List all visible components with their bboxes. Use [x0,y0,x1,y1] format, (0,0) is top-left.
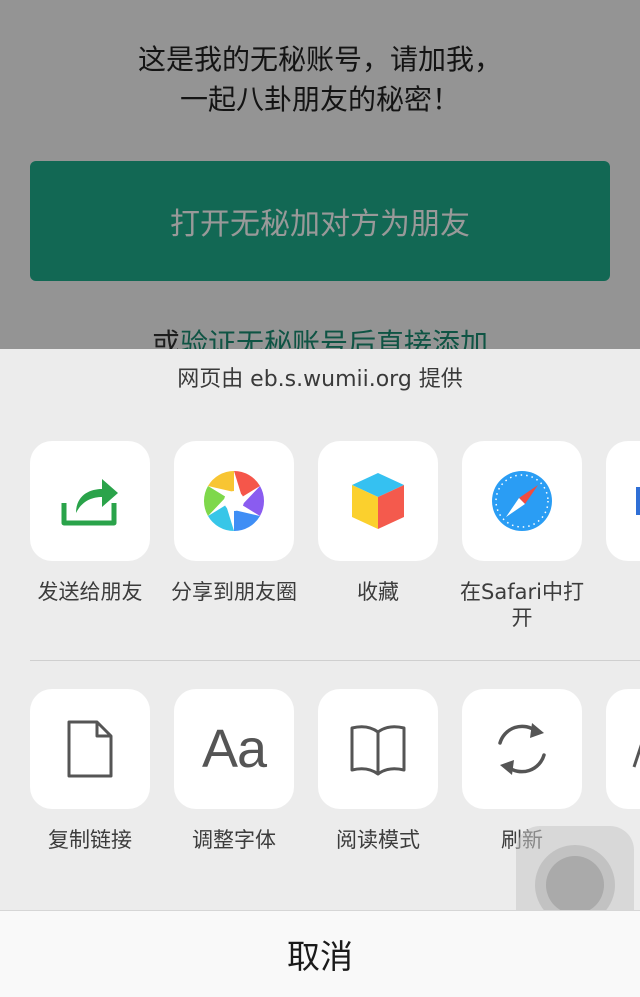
row-divider [30,660,640,661]
partial-gray-icon [632,744,640,768]
cancel-button[interactable]: 取消 [0,910,640,997]
open-in-safari-action[interactable]: 在Safari中打开 [460,441,584,631]
document-icon [67,720,113,778]
favorites-action[interactable]: 收藏 [318,441,438,605]
send-to-friend-action[interactable]: 发送给朋友 [30,441,150,605]
book-icon [350,725,406,776]
tile-label: 复制链接 [48,828,132,852]
tile-label: 发送给朋友 [37,580,143,604]
share-row: 发送给朋友 分享到朋友圈 收藏 在Safari中打开 [0,441,640,641]
moments-aperture-icon [203,471,265,531]
adjust-font-tile[interactable]: Aa [174,689,294,809]
refresh-tile[interactable] [462,689,582,809]
send-to-friend-tile[interactable] [30,441,150,561]
share-arrow-icon [61,479,118,526]
open-in-safari-tile[interactable] [462,441,582,561]
favorites-cube-icon [352,473,404,529]
share-to-moments-action[interactable]: 分享到朋友圈 [171,441,297,605]
font-icon: Aa [201,719,267,779]
share-sheet: 网页由 eb.s.wumii.org 提供 发送给朋友 分享到朋友圈 收藏 在S… [0,349,640,997]
adjust-font-action[interactable]: Aa 调整字体 [174,689,294,853]
partial-blue-icon [636,487,640,515]
assistive-ring-inner [546,856,604,914]
refresh-icon [498,723,546,775]
tile-label: 阅读模式 [336,828,420,852]
tile-label: 在Safari中打开 [460,580,584,630]
more-share-action[interactable] [606,441,640,561]
tile-label: 收藏 [357,580,399,604]
safari-compass-icon [492,471,552,531]
tile-label: 分享到朋友圈 [171,580,297,604]
more-share-tile[interactable] [606,441,640,561]
copy-link-tile[interactable] [30,689,150,809]
copy-link-action[interactable]: 复制链接 [30,689,150,853]
reading-mode-tile[interactable] [318,689,438,809]
provider-text: 网页由 eb.s.wumii.org 提供 [177,367,463,392]
tile-label: 调整字体 [192,828,276,852]
share-to-moments-tile[interactable] [174,441,294,561]
reading-mode-action[interactable]: 阅读模式 [318,689,438,853]
more-action[interactable] [606,689,640,809]
more-action-tile[interactable] [606,689,640,809]
favorites-tile[interactable] [318,441,438,561]
